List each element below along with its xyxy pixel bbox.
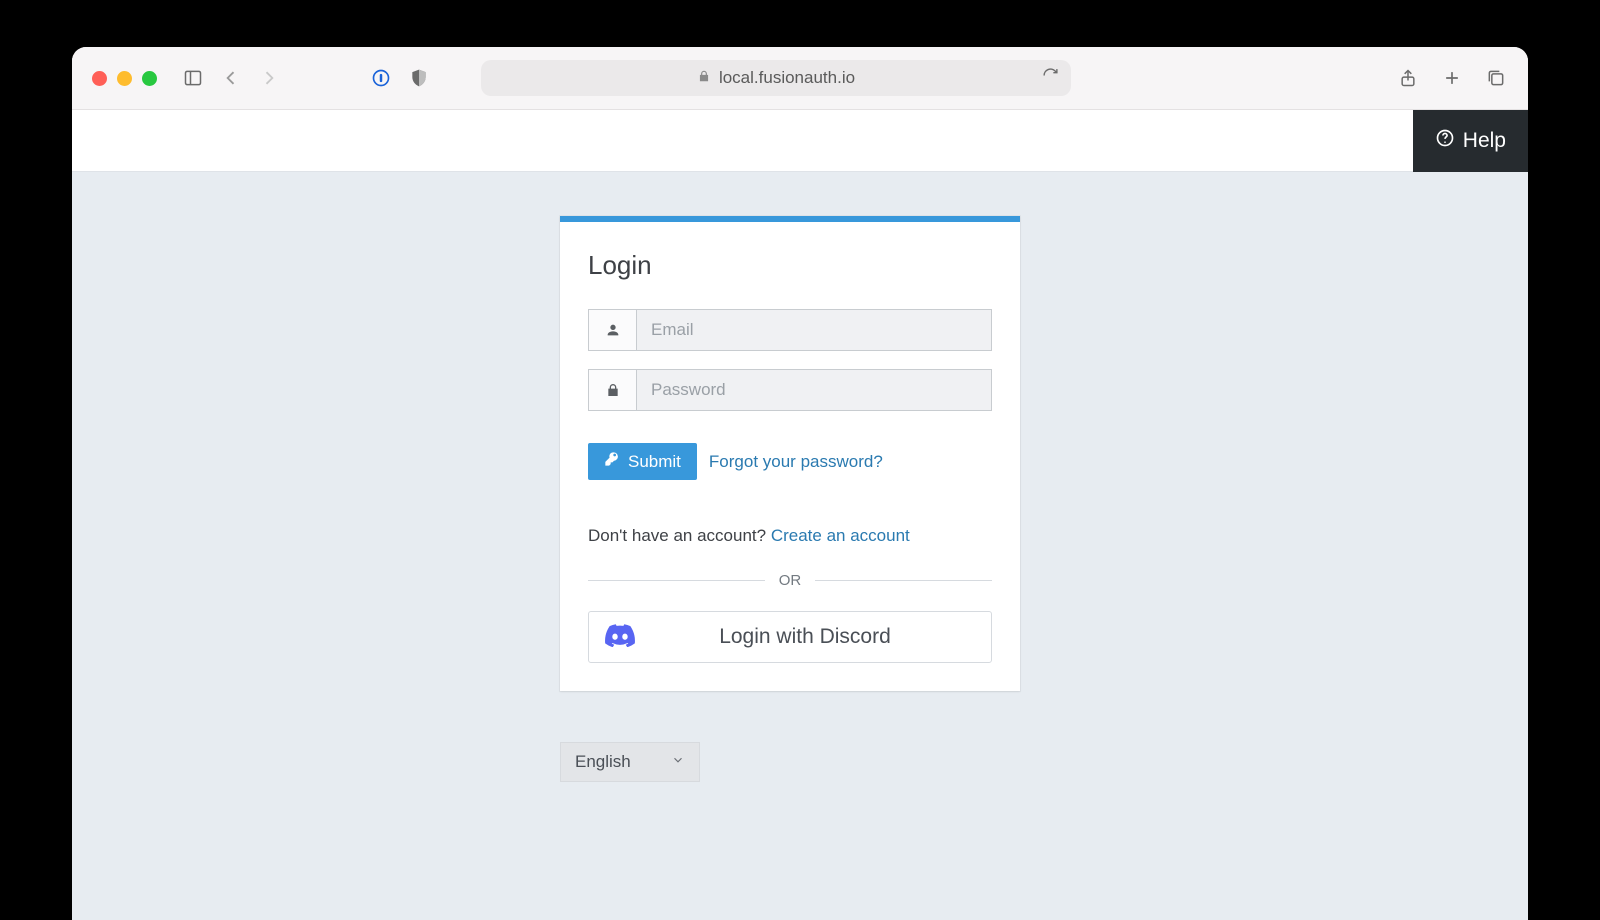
help-label: Help [1463, 129, 1506, 153]
window-zoom-button[interactable] [142, 71, 157, 86]
user-icon [589, 310, 637, 350]
login-panel: Login [560, 216, 1020, 691]
browser-toolbar: local.fusionauth.io [72, 47, 1528, 110]
privacy-shield-icon[interactable] [407, 66, 431, 90]
divider-line [588, 580, 765, 581]
discord-button-label: Login with Discord [635, 625, 975, 649]
email-field[interactable] [637, 310, 991, 350]
tab-overview-button[interactable] [1484, 66, 1508, 90]
new-tab-button[interactable] [1440, 66, 1464, 90]
forward-button[interactable] [257, 66, 281, 90]
app-topbar: Help [72, 110, 1528, 172]
discord-icon [605, 624, 635, 650]
browser-window: local.fusionauth.io [72, 47, 1528, 920]
back-button[interactable] [219, 66, 243, 90]
create-account-row: Don't have an account? Create an account [588, 526, 992, 546]
forgot-password-link[interactable]: Forgot your password? [709, 452, 883, 472]
help-button[interactable]: Help [1413, 110, 1528, 172]
or-label: OR [779, 572, 802, 589]
lock-icon [589, 370, 637, 410]
or-divider: OR [588, 572, 992, 589]
lock-icon [697, 68, 711, 88]
help-icon [1435, 128, 1455, 154]
key-icon [604, 451, 620, 472]
password-manager-icon[interactable] [369, 66, 393, 90]
reload-button[interactable] [1042, 67, 1059, 89]
create-account-link[interactable]: Create an account [771, 526, 910, 545]
sidebar-toggle-button[interactable] [181, 66, 205, 90]
chevron-down-icon [671, 752, 685, 772]
address-bar[interactable]: local.fusionauth.io [481, 60, 1071, 96]
no-account-text: Don't have an account? [588, 526, 771, 545]
login-with-discord-button[interactable]: Login with Discord [588, 611, 992, 663]
email-input-group [588, 309, 992, 351]
traffic-lights [92, 71, 157, 86]
submit-label: Submit [628, 452, 681, 472]
login-title: Login [588, 250, 992, 281]
address-bar-text: local.fusionauth.io [719, 68, 855, 88]
window-minimize-button[interactable] [117, 71, 132, 86]
password-input-group [588, 369, 992, 411]
page-content: Help Login [72, 110, 1528, 920]
divider-line [815, 580, 992, 581]
share-button[interactable] [1396, 66, 1420, 90]
window-close-button[interactable] [92, 71, 107, 86]
language-selected: English [575, 752, 631, 772]
submit-button[interactable]: Submit [588, 443, 697, 480]
password-field[interactable] [637, 370, 991, 410]
language-select[interactable]: English [560, 742, 700, 782]
